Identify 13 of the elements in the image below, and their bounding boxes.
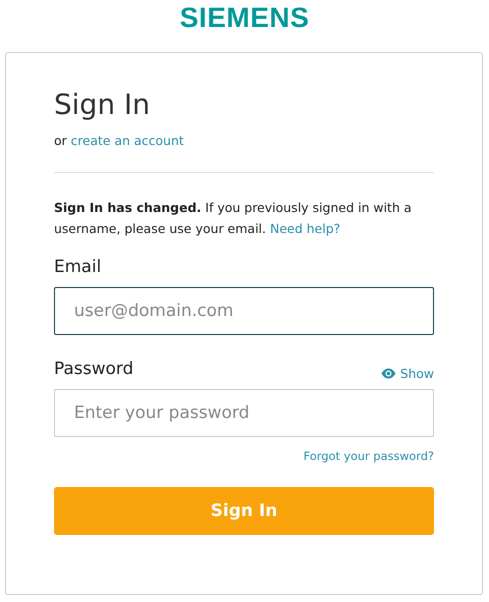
- show-password-toggle[interactable]: Show: [381, 366, 434, 381]
- forgot-password-link[interactable]: Forgot your password?: [304, 449, 434, 463]
- create-account-link[interactable]: create an account: [70, 133, 184, 148]
- notice-text: Sign In has changed. If you previously signed in with a username, please use your email. Need help?: [54, 199, 413, 238]
- logo: SIEMENS: [180, 2, 310, 34]
- alternative-text: or: [54, 133, 67, 148]
- field-label: Email: [54, 256, 102, 279]
- page-heading: Sign In: [54, 87, 150, 123]
- input-field[interactable]: user@domain.com: [54, 287, 434, 335]
- eye-icon: [381, 368, 396, 379]
- help-link[interactable]: Need help?: [270, 221, 340, 236]
- field-label: Password: [54, 358, 134, 381]
- sign-in-button[interactable]: Sign In: [54, 487, 434, 535]
